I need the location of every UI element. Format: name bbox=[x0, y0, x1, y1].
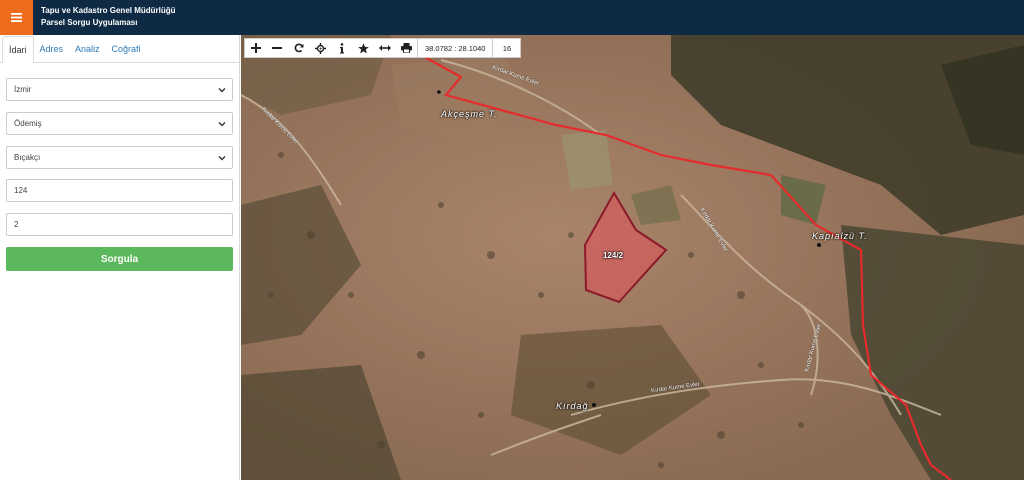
coordinate-readout: 38.0782 : 28.1040 bbox=[417, 38, 492, 58]
chevron-down-icon bbox=[218, 121, 226, 126]
hamburger-menu-button[interactable] bbox=[0, 0, 33, 35]
neighborhood-select[interactable]: Bıçakçı bbox=[6, 146, 233, 169]
tab-analiz[interactable]: Analiz bbox=[69, 36, 106, 62]
query-button[interactable]: Sorgula bbox=[6, 247, 233, 271]
parcel-number-field[interactable] bbox=[6, 213, 233, 236]
sidebar-panel: İdari Adres Analiz Coğrafi İzmir Ödemiş … bbox=[0, 35, 240, 480]
district-select-value: Ödemiş bbox=[14, 119, 42, 128]
satellite-imagery bbox=[241, 35, 1024, 480]
place-label-akcesme: Akçeşme T. bbox=[441, 109, 498, 119]
measure-icon bbox=[378, 45, 391, 51]
star-icon bbox=[357, 42, 369, 53]
zoom-out-icon bbox=[272, 47, 283, 49]
block-number-input[interactable] bbox=[14, 186, 232, 195]
app-header: Tapu ve Kadastro Genel Müdürlüğü Parsel … bbox=[0, 0, 1024, 35]
tab-adres[interactable]: Adres bbox=[34, 36, 70, 62]
parcel-label: 124/2 bbox=[603, 251, 624, 260]
print-icon bbox=[400, 43, 412, 53]
place-label-kirdag: Kırdağ bbox=[556, 401, 589, 411]
tab-cografi[interactable]: Coğrafi bbox=[106, 36, 147, 62]
locate-icon bbox=[314, 42, 326, 54]
parcel-number-input[interactable] bbox=[14, 220, 232, 229]
refresh-button[interactable] bbox=[288, 38, 310, 58]
menu-icon bbox=[11, 13, 22, 22]
app-title: Tapu ve Kadastro Genel Müdürlüğü Parsel … bbox=[41, 5, 176, 29]
province-select[interactable]: İzmir bbox=[6, 78, 233, 101]
refresh-icon bbox=[294, 43, 304, 53]
info-icon bbox=[339, 42, 344, 53]
tab-bar: İdari Adres Analiz Coğrafi bbox=[0, 35, 239, 63]
zoom-in-icon bbox=[250, 43, 261, 53]
app-title-line1: Tapu ve Kadastro Genel Müdürlüğü bbox=[41, 6, 176, 15]
district-select[interactable]: Ödemiş bbox=[6, 112, 233, 135]
locate-button[interactable] bbox=[310, 38, 332, 58]
print-button[interactable] bbox=[396, 38, 418, 58]
chevron-down-icon bbox=[218, 87, 226, 92]
place-label-kapialzu: Kapıalzü T. bbox=[812, 231, 868, 241]
tab-idari[interactable]: İdari bbox=[2, 36, 34, 63]
zoom-level-readout: 16 bbox=[492, 38, 520, 58]
block-number-field[interactable] bbox=[6, 179, 233, 202]
info-button[interactable] bbox=[331, 38, 353, 58]
map-view[interactable]: Akçeşme T. Kapıalzü T. Kırdağ Kırdar Kum… bbox=[241, 35, 1024, 480]
zoom-in-button[interactable] bbox=[245, 38, 267, 58]
chevron-down-icon bbox=[218, 155, 226, 160]
neighborhood-select-value: Bıçakçı bbox=[14, 153, 41, 162]
favorite-button[interactable] bbox=[353, 38, 375, 58]
map-toolbar: 38.0782 : 28.1040 16 bbox=[244, 38, 522, 58]
province-select-value: İzmir bbox=[14, 85, 32, 94]
zoom-out-button[interactable] bbox=[267, 38, 289, 58]
measure-button[interactable] bbox=[374, 38, 396, 58]
app-title-line2: Parsel Sorgu Uygulaması bbox=[41, 18, 138, 27]
